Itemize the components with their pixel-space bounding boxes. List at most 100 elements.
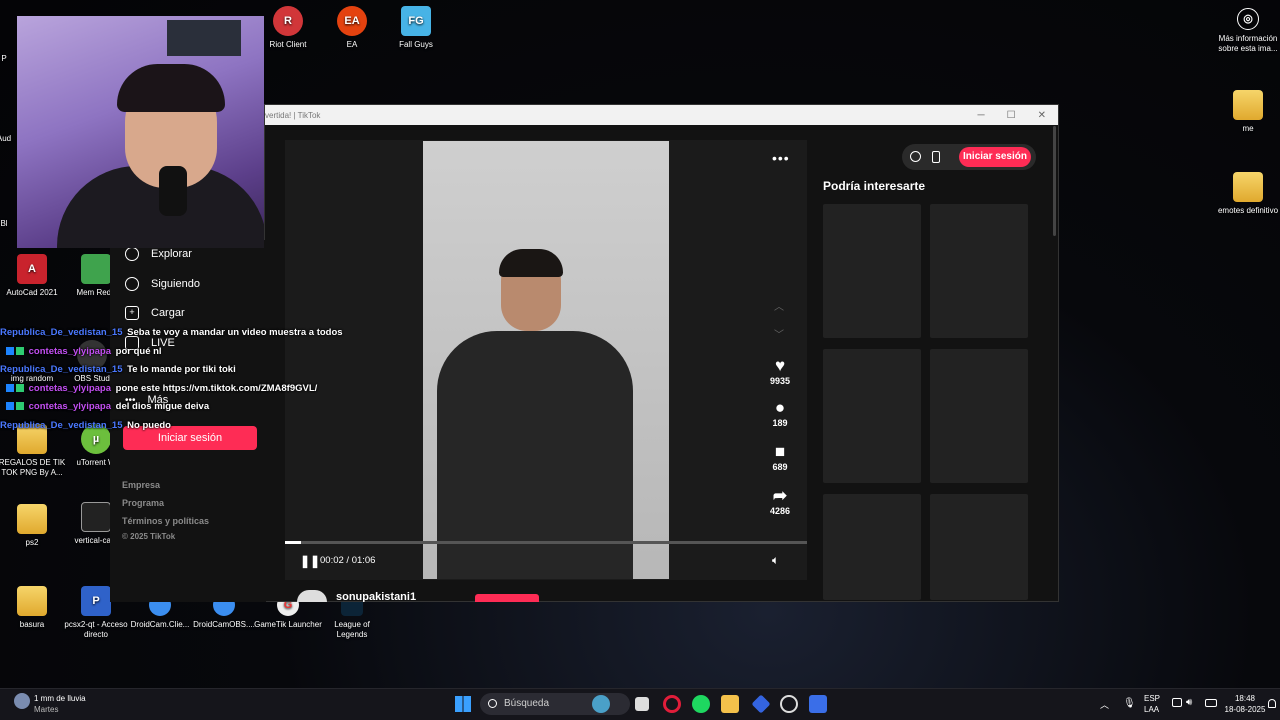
sidebar-item-cargar[interactable]: + Cargar [125, 306, 185, 320]
compass-icon[interactable] [910, 151, 921, 162]
search-icon [488, 699, 497, 708]
heart-icon: ♥ [774, 356, 786, 375]
scrollbar[interactable] [1053, 126, 1056, 236]
chat-message: Republica_De_vedistan_15 Seba te voy a m… [0, 327, 343, 338]
desktop-icon-autocad[interactable]: A AutoCad 2021 [0, 254, 66, 298]
next-video-icon[interactable]: ﹀ [774, 326, 784, 341]
volume-icon[interactable]: 🔈︎ [772, 553, 779, 568]
desktop-icon-regalos[interactable]: REGALOS DE TIK TOK PNG By A... [0, 424, 66, 478]
weather-text[interactable]: 1 mm de lluvia [34, 694, 86, 704]
desktop-icon-emotes[interactable]: emotes definitivo [1214, 172, 1280, 216]
phone-icon[interactable] [932, 151, 940, 163]
task-view-icon[interactable] [635, 697, 649, 711]
volume-tray-icon[interactable]: 🔊︎ [1186, 697, 1192, 708]
recommended-tile[interactable] [823, 349, 921, 483]
fall-guys-icon: FG [401, 6, 431, 36]
weather-icon[interactable] [14, 693, 30, 709]
more-options-icon[interactable]: ••• [772, 150, 790, 166]
desktop-icon-ps2[interactable]: ps2 [0, 504, 66, 548]
desktop-icon-fall-guys[interactable]: FG Fall Guys [382, 6, 450, 50]
desktop-icon-basura[interactable]: basura [0, 586, 66, 630]
save-count: 689 [772, 462, 788, 472]
comment-icon: ● [774, 398, 786, 417]
clock-date[interactable]: 18-08-2025 [1222, 705, 1268, 715]
save-action[interactable]: ■ 689 [764, 442, 796, 472]
desktop-icon-ea[interactable]: EA EA [318, 6, 386, 50]
recommended-tile[interactable] [930, 204, 1028, 338]
like-action[interactable]: ♥ 9935 [764, 356, 796, 386]
folder-icon [1233, 90, 1263, 120]
share-count: 4286 [769, 506, 791, 516]
mem-reduct-icon [81, 254, 111, 284]
recommended-tile[interactable] [823, 204, 921, 338]
footer-link-programa[interactable]: Programa [122, 498, 164, 508]
weather-day: Martes [34, 705, 59, 714]
windows-start-icon[interactable] [455, 696, 471, 712]
sidebar-item-siguiendo[interactable]: Siguiendo [125, 277, 200, 291]
chat-badge-icon [16, 384, 24, 393]
video-progress-fill [285, 541, 301, 544]
share-action[interactable]: ➦ 4286 [764, 486, 796, 516]
footer-link-empresa[interactable]: Empresa [122, 480, 160, 490]
desktop-icon-image-info[interactable]: ◎ Más información sobre esta ima... [1214, 8, 1280, 54]
recommended-tile[interactable] [930, 494, 1028, 600]
mic-icon[interactable]: 🎙︎ [1123, 698, 1136, 709]
pause-icon[interactable]: ❚❚ [300, 554, 320, 568]
video-frame[interactable] [423, 141, 669, 579]
network-icon[interactable] [1172, 698, 1182, 707]
chat-badge-icon [6, 402, 14, 411]
sidebar-item-explorar[interactable]: Explorar [125, 247, 192, 261]
recommended-tile[interactable] [823, 494, 921, 600]
minimize-icon[interactable]: ─ [978, 110, 985, 121]
folder-icon [17, 504, 47, 534]
follow-button[interactable] [475, 594, 539, 602]
close-icon[interactable]: ✕ [1038, 110, 1046, 121]
bookmark-icon: ■ [774, 442, 786, 461]
spotify-icon[interactable] [692, 695, 710, 713]
notification-bell-icon[interactable] [1268, 699, 1276, 708]
recommended-title: Podría interesarte [823, 179, 926, 193]
opera-icon[interactable] [663, 695, 681, 713]
share-icon: ➦ [772, 486, 788, 505]
video-person-hair [499, 249, 563, 277]
footer-link-terminos[interactable]: Términos y políticas [122, 516, 209, 526]
wall-poster [167, 20, 241, 56]
microphone [159, 166, 187, 216]
header-login-button[interactable]: Iniciar sesión [959, 147, 1031, 167]
file-explorer-icon[interactable] [721, 695, 739, 713]
maximize-icon[interactable]: ☐ [1007, 110, 1016, 121]
riot-client-icon: R [273, 6, 303, 36]
obs-taskbar-icon[interactable] [780, 695, 798, 713]
author-avatar[interactable] [297, 590, 327, 602]
app-blue-icon[interactable] [809, 695, 827, 713]
chat-message: contetas_ylyipapa pone este https://vm.t… [6, 383, 317, 394]
autocad-icon: A [17, 254, 47, 284]
streamer-hair [117, 64, 225, 112]
folder-icon [17, 586, 47, 616]
file-icon [81, 502, 111, 532]
chat-badge-icon [16, 402, 24, 411]
user-follow-icon [125, 277, 139, 291]
search-highlight-icon[interactable] [592, 695, 610, 713]
battery-icon[interactable] [1205, 699, 1217, 707]
author-name[interactable]: sonupakistani1 [336, 591, 416, 602]
webcam-overlay [17, 16, 264, 248]
comment-count: 189 [772, 418, 788, 428]
comment-action[interactable]: ● 189 [764, 398, 796, 428]
chevron-up-icon[interactable]: ︿ [1100, 698, 1109, 711]
prev-video-icon[interactable]: ︿ [774, 298, 784, 313]
recommended-tile[interactable] [930, 349, 1028, 483]
chat-message: contetas_ylyipapa por qué nl [6, 346, 162, 357]
chat-message: Republica_De_vedistan_15 Te lo mande por… [0, 364, 236, 375]
video-progress-bar[interactable] [285, 541, 807, 544]
language-indicator[interactable]: ESP [1144, 694, 1160, 704]
chat-message: contetas_ylyipapa del dios migue deiva [6, 401, 209, 412]
chat-badge-icon [16, 347, 24, 356]
desktop-icon-me[interactable]: me [1214, 90, 1280, 134]
camera-info-icon: ◎ [1237, 8, 1259, 30]
language-sub: LAA [1144, 705, 1160, 714]
desktop-icon-riot-client[interactable]: R Riot Client [254, 6, 322, 50]
video-time: 00:02 / 01:06 [320, 555, 376, 566]
chat-message: Republica_De_vedistan_15 No puedo [0, 420, 171, 431]
clock-time[interactable]: 18:48 [1225, 694, 1265, 704]
